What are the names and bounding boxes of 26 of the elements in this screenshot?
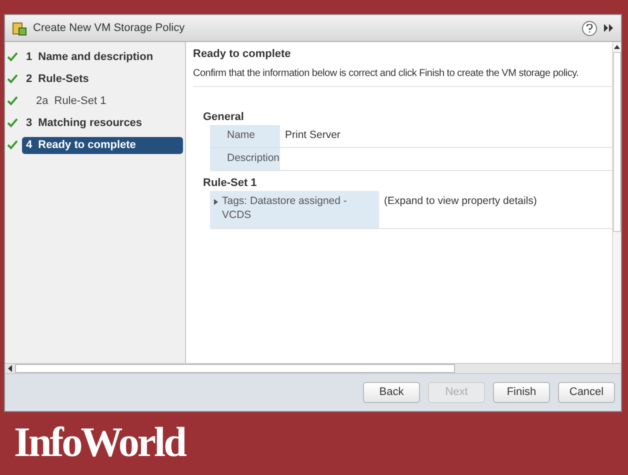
step-item[interactable]: 4 Ready to complete [22,136,183,154]
step-item[interactable]: 2 Rule-Sets [22,70,183,88]
window-title: Create New VM Storage Policy [33,20,185,36]
step-item[interactable]: 3 Matching resources [22,114,183,132]
section-title: Rule-Set 1 [203,176,258,190]
help-icon[interactable] [582,20,597,36]
page-title: Ready to complete [193,47,292,62]
step-item[interactable]: 1 Name and description [22,48,183,66]
horizontal-scrollbar[interactable] [5,363,621,374]
label-cell: Description [210,148,280,170]
dialog-button[interactable]: Cancel [558,382,615,403]
vertical-scrollbar[interactable] [612,42,621,363]
collapse-icon[interactable] [603,23,615,33]
section-title: General [203,110,245,124]
value-cell-text: (Expand to view property details) [383,194,538,208]
expand-arrow-icon[interactable] [214,198,218,204]
row-label: Tags: Datastore assigned - VCDS [222,194,348,222]
dialog-button[interactable]: Finish [493,382,550,403]
step-item[interactable]: 2a Rule-Set 1 [32,92,183,110]
dialog-button[interactable]: Back [363,382,420,403]
page-description: Confirm that the information below is correct and click Finish to create the VM storage policy. [193,66,579,80]
label-cell: Name [210,124,280,146]
infoworld-logo: InfoWorld [14,419,186,468]
label-cell[interactable]: Tags: Datastore assigned - VCDS [210,190,379,228]
value-cell-text: Print Server [284,128,342,143]
policy-icon [11,20,27,36]
